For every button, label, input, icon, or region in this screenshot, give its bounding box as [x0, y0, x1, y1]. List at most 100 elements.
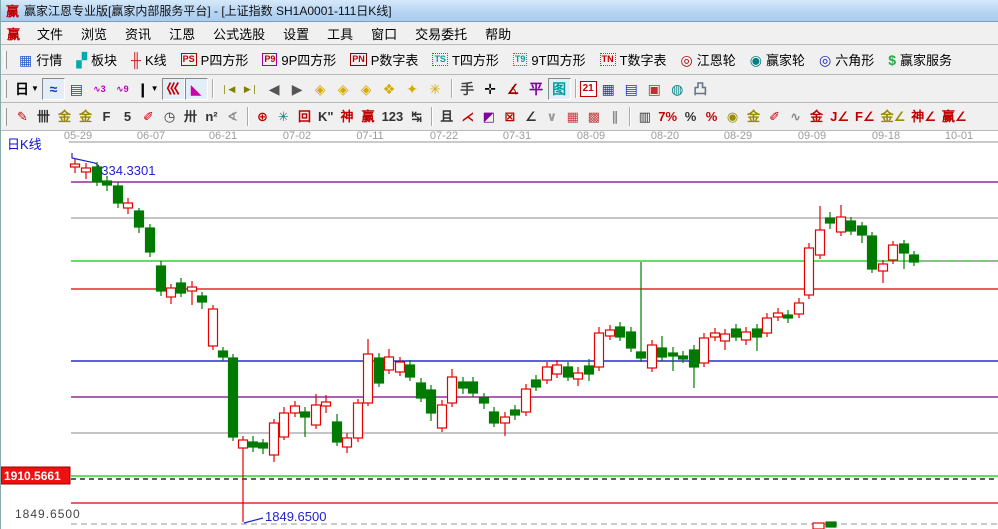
- info-list-button[interactable]: ▤: [65, 78, 88, 100]
- grid-arrow-button[interactable]: ▩: [583, 106, 604, 128]
- chart-area[interactable]: 日K线05-2906-0706-2107-0207-1107-2207-3108…: [1, 131, 998, 529]
- p9-square-button[interactable]: P99P四方形: [255, 50, 343, 69]
- grid-lines-button[interactable]: 卌: [33, 106, 54, 128]
- gann-diamond-all-button[interactable]: ✳: [424, 78, 447, 100]
- gann-diamond-left-button[interactable]: ◈: [309, 78, 332, 100]
- menu-item-6[interactable]: 工具: [318, 22, 362, 45]
- toolbar-gripper[interactable]: [4, 80, 7, 98]
- winner-service-button[interactable]: $赢家服务: [881, 50, 959, 69]
- menu-item-2[interactable]: 资讯: [116, 22, 160, 45]
- notes-button[interactable]: ▤: [620, 78, 643, 100]
- gold-grid-2-button[interactable]: 金: [75, 106, 96, 128]
- web-save-button[interactable]: ◍: [666, 78, 689, 100]
- menu-item-0[interactable]: 文件: [28, 22, 72, 45]
- star-cycle-button[interactable]: ✳: [273, 106, 294, 128]
- title-bar[interactable]: 赢 赢家江恩专业版[赢家内部服务平台] - [上证指数 SH1A0001-111…: [1, 0, 998, 22]
- chart-table-button[interactable]: ▥: [634, 106, 655, 128]
- winner-wheel-button[interactable]: ◉赢家轮: [743, 50, 812, 69]
- gann-diamond-right-button[interactable]: ◈: [332, 78, 355, 100]
- price-frame-button[interactable]: 且: [436, 106, 457, 128]
- gold-angle-button[interactable]: 金∠: [878, 106, 909, 128]
- parallel-lines-button[interactable]: ∥: [604, 106, 625, 128]
- shen-lines-button[interactable]: 神: [337, 106, 358, 128]
- p-square-button[interactable]: PSP四方形: [174, 50, 256, 69]
- last-bar-button[interactable]: ▶❘: [240, 78, 263, 100]
- draw-pencil-button[interactable]: ✎: [12, 106, 33, 128]
- angle-mark-button[interactable]: ∢: [222, 106, 243, 128]
- pattern-map-button[interactable]: 巛: [162, 78, 185, 100]
- period-day-button[interactable]: 日▼: [12, 78, 42, 100]
- toolbar-gripper[interactable]: [4, 51, 7, 69]
- brain-map-button[interactable]: 图: [548, 78, 571, 100]
- gann-fan-square-button[interactable]: ⊠: [499, 106, 520, 128]
- f-angle-button[interactable]: F∠: [852, 106, 878, 128]
- profile-flag-button[interactable]: ◣: [185, 78, 208, 100]
- wave-3-button[interactable]: ∿3: [88, 78, 111, 100]
- gann-diamond-x-button[interactable]: ❖: [378, 78, 401, 100]
- calculator-button[interactable]: ▦: [597, 78, 620, 100]
- gold-grid-1-button[interactable]: 金: [54, 106, 75, 128]
- kline-button[interactable]: ╫K线: [124, 50, 174, 69]
- first-bar-button[interactable]: ❘◀: [217, 78, 240, 100]
- zigzag-window-button[interactable]: ≈: [42, 78, 65, 100]
- gann-wheel-button[interactable]: ◎江恩轮: [674, 50, 743, 69]
- blocks-button[interactable]: ▞板块: [69, 50, 124, 69]
- percent-line-button[interactable]: %: [701, 106, 722, 128]
- gann-diamond-plus-button[interactable]: ✦: [401, 78, 424, 100]
- crosshair-tool-button[interactable]: ✛: [479, 78, 502, 100]
- square-spiral-button[interactable]: 回: [294, 106, 315, 128]
- wave-9-button[interactable]: ∿9: [111, 78, 134, 100]
- candle-style-button[interactable]: ❙▼: [134, 78, 162, 100]
- hexagon-button[interactable]: ◎六角形: [812, 50, 881, 69]
- numbers-grid-button[interactable]: 123: [379, 106, 407, 128]
- menu-item-4[interactable]: 公式选股: [204, 22, 274, 45]
- red-grid-button[interactable]: ▦: [562, 106, 583, 128]
- menu-item-1[interactable]: 浏览: [72, 22, 116, 45]
- ying-angle-button[interactable]: 赢∠: [939, 106, 970, 128]
- menu-item-5[interactable]: 设置: [274, 22, 318, 45]
- spiral-5-button[interactable]: 5: [117, 106, 138, 128]
- t-number-table-button[interactable]: TNT数字表: [593, 50, 674, 69]
- n-squared-button[interactable]: n²: [201, 106, 222, 128]
- gold-red-button[interactable]: 金: [806, 106, 827, 128]
- v-dotted-button[interactable]: ∨: [541, 106, 562, 128]
- next-bar-button[interactable]: ▶: [286, 78, 309, 100]
- f-grid-button[interactable]: F: [96, 106, 117, 128]
- span-arrows-button[interactable]: ↹: [406, 106, 427, 128]
- gann-shape-button[interactable]: 平: [525, 78, 548, 100]
- gann-fan-box-button[interactable]: ◩: [478, 106, 499, 128]
- percent-button[interactable]: %: [680, 106, 701, 128]
- candlestick-chart[interactable]: 日K线05-2906-0706-2107-0207-1107-2207-3108…: [1, 131, 998, 529]
- menu-item-7[interactable]: 窗口: [362, 22, 406, 45]
- print-button[interactable]: 凸: [689, 78, 712, 100]
- quotes-button[interactable]: ▦行情: [12, 50, 69, 69]
- k-wave-button[interactable]: K": [315, 106, 337, 128]
- time-cycle-button[interactable]: ◷: [159, 106, 180, 128]
- menu-logo-icon[interactable]: 赢: [7, 24, 20, 43]
- ying-lines-button[interactable]: 赢: [358, 106, 379, 128]
- save-button[interactable]: ▣: [643, 78, 666, 100]
- hand-tool-button[interactable]: 手: [456, 78, 479, 100]
- percent-7-button[interactable]: 7%: [655, 106, 680, 128]
- menu-item-8[interactable]: 交易委托: [406, 22, 476, 45]
- calendar-21-button[interactable]: 21: [580, 81, 597, 97]
- gold-line-button[interactable]: 金: [743, 106, 764, 128]
- gold-circle-button[interactable]: ◉: [722, 106, 743, 128]
- t9-square-button[interactable]: T99T四方形: [506, 50, 593, 69]
- pencil-ruler-button[interactable]: ✐: [138, 106, 159, 128]
- wave-tool-button[interactable]: ∿: [785, 106, 806, 128]
- trend-rays-button[interactable]: ∠: [520, 106, 541, 128]
- p-number-table-button[interactable]: PNP数字表: [343, 50, 425, 69]
- menu-item-9[interactable]: 帮助: [476, 22, 520, 45]
- angle-measure-button[interactable]: ∡: [502, 78, 525, 100]
- t-square-button[interactable]: TST四方形: [425, 50, 505, 69]
- prev-bar-button[interactable]: ◀: [263, 78, 286, 100]
- tick-lines-button[interactable]: 卅: [180, 106, 201, 128]
- gann-fan-button[interactable]: ⋌: [457, 106, 478, 128]
- toolbar-gripper[interactable]: [4, 108, 7, 126]
- pencil-bar-button[interactable]: ✐: [764, 106, 785, 128]
- circle-cross-button[interactable]: ⊕: [252, 106, 273, 128]
- shen-angle-button[interactable]: 神∠: [908, 106, 939, 128]
- menu-item-3[interactable]: 江恩: [160, 22, 204, 45]
- gann-diamond-h-button[interactable]: ◈: [355, 78, 378, 100]
